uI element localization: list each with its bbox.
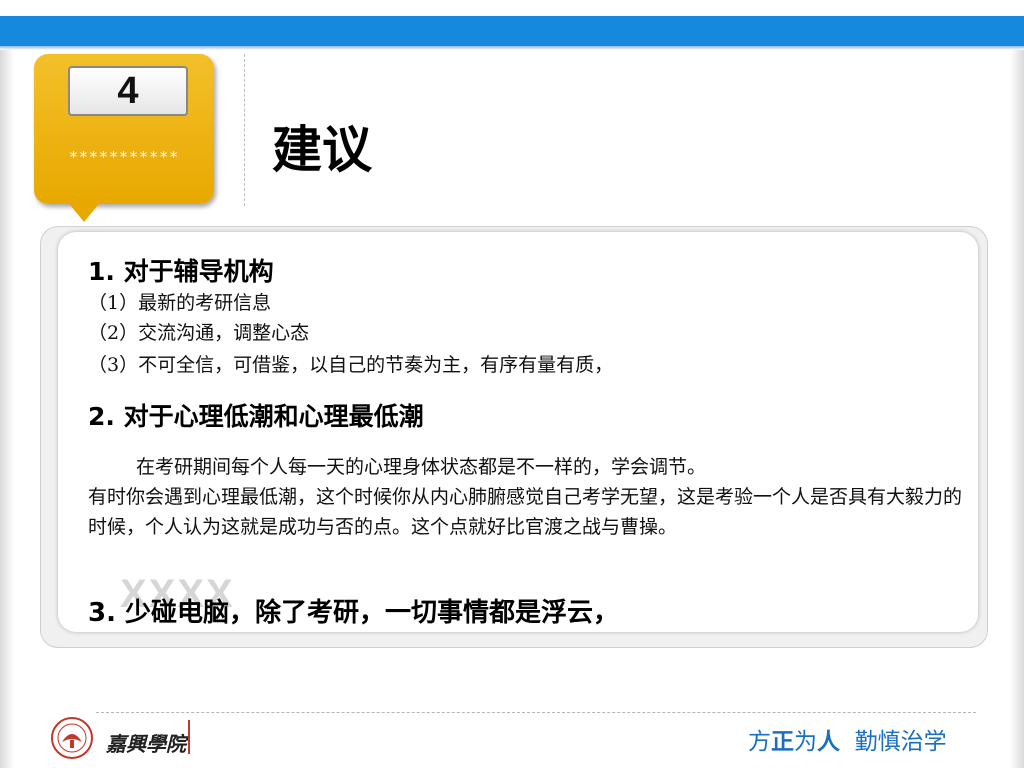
top-banner bbox=[0, 16, 1024, 46]
school-name: 嘉興學院 bbox=[106, 732, 186, 756]
section-2-paragraph-first-line: 在考研期间每个人每一天的心理身体状态都是不一样的，学会调节。 bbox=[136, 456, 707, 478]
university-logo-icon bbox=[51, 717, 93, 759]
right-edge-shade bbox=[1010, 50, 1024, 768]
section-badge: 4 *********** bbox=[34, 54, 214, 204]
motto-part-5: 勤慎治学 bbox=[854, 729, 947, 755]
section-1-item-2: （2）交流沟通，调整心态 bbox=[88, 322, 310, 344]
motto-part-2: 正 bbox=[771, 728, 794, 755]
page-title: 建议 bbox=[272, 121, 372, 179]
motto-part-1: 方 bbox=[748, 729, 771, 755]
left-edge-shade bbox=[0, 50, 14, 768]
section-heading-2: 2. 对于心理低潮和心理最低潮 bbox=[88, 402, 424, 431]
footer-divider bbox=[96, 712, 976, 713]
school-motto: 方正为人 勤慎治学 bbox=[748, 722, 947, 756]
badge-pointer bbox=[66, 200, 102, 222]
motto-part-3: 为 bbox=[794, 729, 817, 755]
section-heading-3: 3. 少碰电脑，除了考研，一切事情都是浮云， bbox=[88, 598, 620, 628]
section-2-paragraph: 在考研期间每个人每一天的心理身体状态都是不一样的，学会调节。 有时你会遇到心理最… bbox=[88, 452, 964, 542]
badge-stars: *********** bbox=[68, 148, 180, 166]
section-number: 4 bbox=[68, 66, 188, 116]
section-1-item-3: （3）不可全信，可借鉴，以自己的节奏为主，有序有量有质， bbox=[88, 354, 614, 376]
slide: 4 *********** 建议 1. 对于辅导机构 （1）最新的考研信息 （2… bbox=[0, 0, 1024, 768]
section-1-item-1: （1）最新的考研信息 bbox=[88, 292, 272, 314]
section-2-paragraph-body: 有时你会遇到心理最低潮，这个时候你从内心肺腑感觉自己考学无望，这是考验一个人是否… bbox=[88, 486, 963, 538]
title-divider bbox=[244, 54, 245, 206]
section-heading-1: 1. 对于辅导机构 bbox=[88, 257, 274, 286]
footer-accent-bar bbox=[188, 720, 190, 754]
top-banner-shadow bbox=[0, 46, 1024, 50]
motto-part-4: 人 bbox=[817, 728, 840, 755]
